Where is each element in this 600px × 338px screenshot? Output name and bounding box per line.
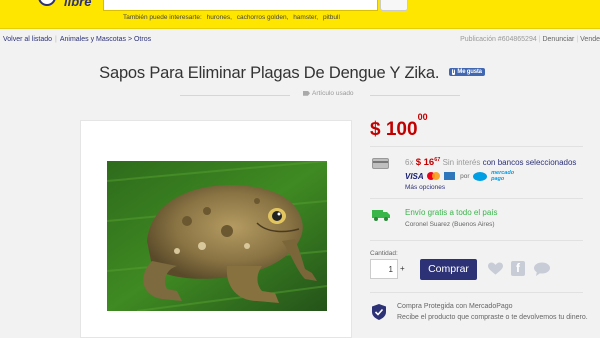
divider xyxy=(370,240,583,241)
price-whole: 100 xyxy=(385,119,418,140)
divider xyxy=(370,198,583,199)
divider xyxy=(370,146,583,147)
breadcrumb: Volver al listado | Animales y Mascotas > … xyxy=(3,36,151,43)
search-input[interactable] xyxy=(103,0,378,11)
condition-label: Artículo usado xyxy=(312,90,354,97)
facebook-like-button[interactable]: f Me gusta xyxy=(448,67,485,76)
product-title: Sapos Para Eliminar Plagas De Dengue Y Z… xyxy=(99,64,440,82)
protected-purchase-desc: Recibe el producto que compraste o te de… xyxy=(397,314,588,321)
price-cents: 00 xyxy=(417,111,428,122)
fb-like-label: Me gusta xyxy=(457,68,482,75)
suggestion-link[interactable]: cachorros golden, xyxy=(237,14,289,21)
no-interest-label: Sin interés xyxy=(442,158,481,168)
divider xyxy=(370,95,460,96)
search-button[interactable] xyxy=(380,0,408,11)
quantity-increment-button[interactable]: + xyxy=(400,264,405,273)
comment-icon[interactable] xyxy=(534,262,550,276)
mp-line1: mercado xyxy=(491,170,515,176)
facebook-icon[interactable]: f xyxy=(511,261,525,276)
truck-icon xyxy=(372,210,390,221)
quantity-input[interactable]: 1 xyxy=(370,259,398,279)
back-to-list-link[interactable]: Volver al listado xyxy=(3,36,52,43)
protected-purchase-title: Compra Protegida con MercadoPago xyxy=(397,303,513,310)
visa-logo: VISA xyxy=(405,171,424,181)
price-currency: $ xyxy=(370,119,381,140)
header-bar: libre También puede interesarte: hurones… xyxy=(0,0,600,29)
installment-cents: 67 xyxy=(434,157,441,163)
sell-link[interactable]: Vende xyxy=(580,36,600,43)
category-link[interactable]: Animales y Mascotas > Otros xyxy=(60,36,151,43)
heart-icon[interactable] xyxy=(488,262,503,276)
mercadopago-logo-text: mercado pago xyxy=(491,170,514,183)
amex-icon xyxy=(444,172,456,181)
divider xyxy=(180,95,290,96)
quantity-label: Cantidad: xyxy=(370,250,398,257)
breadcrumb-separator: | xyxy=(55,36,57,43)
mercadopago-icon xyxy=(473,171,488,181)
condition: Artículo usado xyxy=(303,90,354,97)
tag-icon xyxy=(303,90,310,96)
mercadolibre-logo[interactable]: libre xyxy=(38,0,100,12)
selected-banks-link[interactable]: con bancos seleccionados xyxy=(483,158,577,167)
installment-amount: $ 1667 xyxy=(416,157,441,168)
logo-text: libre xyxy=(64,0,92,9)
installment-currency: $ xyxy=(415,157,421,169)
shield-icon xyxy=(372,304,386,320)
installments-count: 6x xyxy=(405,158,414,168)
credit-card-icon xyxy=(372,158,389,169)
seller-location: Coronel Suarez (Buenos Aires) xyxy=(405,221,495,228)
facebook-icon: f xyxy=(451,68,456,75)
publication-id: Publicación #604865294 xyxy=(460,36,537,43)
suggestion-link[interactable]: hurones, xyxy=(207,14,232,21)
installment-whole: 16 xyxy=(423,157,435,169)
handshake-logo-icon xyxy=(38,0,56,6)
por-label: por xyxy=(460,172,470,180)
product-price: $ 10000 xyxy=(370,112,428,141)
suggestion-link[interactable]: hamster, xyxy=(293,14,318,21)
buy-button[interactable]: Comprar xyxy=(420,259,477,280)
report-link[interactable]: Denunciar xyxy=(542,36,574,43)
product-image-gallery[interactable] xyxy=(80,120,352,338)
product-title-row: Sapos Para Eliminar Plagas De Dengue Y Z… xyxy=(0,64,600,83)
search-suggestions: También puede interesarte: hurones, cach… xyxy=(120,14,340,21)
suggestions-intro: También puede interesarte: xyxy=(123,14,202,21)
mastercard-icon xyxy=(427,172,441,181)
publication-info: Publicación #604865294 | Denunciar | Ven… xyxy=(460,36,600,43)
installments-info: 6x $ 1667 Sin interés con bancos selecci… xyxy=(405,157,576,168)
payment-methods: VISA por mercado pago xyxy=(405,170,514,182)
mp-line2: pago xyxy=(491,176,505,183)
suggestion-link[interactable]: pitbull xyxy=(323,14,340,21)
toad-photo xyxy=(107,161,327,311)
separator: | xyxy=(576,36,579,43)
more-options-link[interactable]: Más opciones xyxy=(405,184,445,191)
separator: | xyxy=(538,36,541,43)
divider xyxy=(370,292,583,293)
free-shipping-text: Envío gratis a todo el país xyxy=(405,208,498,217)
